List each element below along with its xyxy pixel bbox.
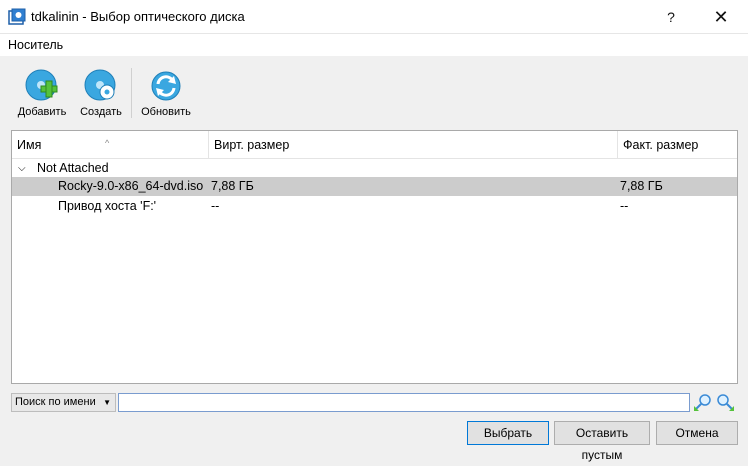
row-virtual-size: 7,88 ГБ	[211, 179, 254, 193]
window-title: tdkalinin - Выбор оптического диска	[31, 9, 245, 24]
search-mode-select[interactable]: Поиск по имени ▼	[11, 393, 116, 412]
row-virtual-size: --	[211, 199, 220, 213]
menu-item-medium[interactable]: Носитель	[8, 38, 63, 52]
add-disc-icon	[25, 69, 58, 101]
table-row[interactable]: Rocky-9.0-x86_64-dvd.iso 7,88 ГБ 7,88 ГБ	[12, 177, 737, 196]
refresh-icon	[151, 71, 181, 101]
tree-group-not-attached[interactable]: ⌵ Not Attached	[12, 159, 737, 178]
search-input[interactable]	[118, 393, 690, 412]
add-button[interactable]: Добавить	[13, 60, 71, 124]
filter-bar: Поиск по имени ▼	[11, 393, 738, 413]
choose-button[interactable]: Выбрать	[467, 421, 549, 445]
table-row[interactable]: Привод хоста 'F:' -- --	[12, 197, 737, 216]
tree-header: Имя ^ Вирт. размер Факт. размер	[12, 131, 737, 159]
toolbar-separator	[131, 68, 132, 118]
media-tree[interactable]: Имя ^ Вирт. размер Факт. размер ⌵ Not At…	[11, 130, 738, 384]
dropdown-arrow-icon: ▼	[103, 398, 111, 407]
virtualbox-app-icon	[8, 8, 26, 26]
menu-bar: Носитель	[0, 34, 748, 56]
add-label: Добавить	[17, 106, 67, 118]
row-name: Rocky-9.0-x86_64-dvd.iso	[58, 179, 204, 193]
column-header-actual-size[interactable]: Факт. размер	[617, 131, 737, 159]
column-header-name[interactable]: Имя ^	[12, 131, 208, 159]
help-button[interactable]: ?	[648, 0, 694, 34]
close-button[interactable]: ✕	[698, 0, 744, 34]
search-previous-icon[interactable]	[693, 393, 713, 413]
toolbar: Добавить Создать Обновить	[0, 60, 748, 126]
refresh-button[interactable]: Обновить	[137, 60, 195, 124]
create-button[interactable]: Создать	[72, 60, 130, 124]
row-actual-size: 7,88 ГБ	[620, 179, 663, 193]
chevron-down-icon[interactable]: ⌵	[18, 159, 26, 178]
cancel-button[interactable]: Отмена	[656, 421, 738, 445]
title-bar: tdkalinin - Выбор оптического диска ? ✕	[0, 0, 748, 34]
search-next-icon[interactable]	[715, 393, 735, 413]
leave-empty-button[interactable]: Оставить пустым	[554, 421, 650, 462]
create-disc-icon	[84, 69, 116, 101]
group-label: Not Attached	[37, 161, 109, 175]
row-actual-size: --	[620, 199, 629, 213]
column-header-virtual-size[interactable]: Вирт. размер	[208, 131, 617, 159]
create-label: Создать	[80, 106, 122, 118]
row-name: Привод хоста 'F:'	[58, 199, 157, 213]
refresh-label: Обновить	[141, 106, 191, 118]
sort-indicator-icon: ^	[105, 138, 110, 148]
search-mode-value: Поиск по имени	[15, 396, 96, 408]
